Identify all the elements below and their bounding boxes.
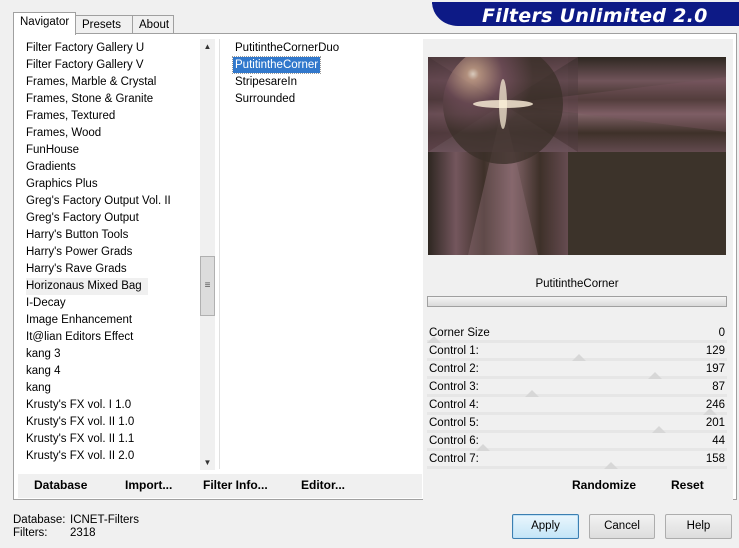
filters-label: Filters: <box>13 527 48 539</box>
tab-navigator[interactable]: Navigator <box>13 12 76 35</box>
settings-toolbar: Randomize Reset <box>423 474 733 498</box>
category-item[interactable]: kang <box>26 380 51 397</box>
progress-bar <box>427 296 727 307</box>
filter-settings-panel: PutitintheCorner Corner Size 0 Control 1: 1… <box>423 39 733 500</box>
category-item[interactable]: Harry's Rave Grads <box>26 261 127 278</box>
tab-about[interactable]: About <box>132 15 174 34</box>
category-item[interactable]: Frames, Stone & Granite <box>26 91 153 108</box>
category-item[interactable]: kang 3 <box>26 346 61 363</box>
category-item[interactable]: Gradients <box>26 159 76 176</box>
apply-button[interactable]: Apply <box>512 514 579 539</box>
control-slider[interactable]: Control 7: 158 <box>427 451 727 469</box>
category-scrollbar[interactable]: ▲ ≡ ▼ <box>200 39 215 470</box>
control-value: 197 <box>705 363 725 375</box>
control-value: 44 <box>712 435 725 447</box>
category-item[interactable]: FunHouse <box>26 142 79 159</box>
control-value: 129 <box>705 345 725 357</box>
category-item[interactable]: Harry's Button Tools <box>26 227 128 244</box>
category-item[interactable]: Horizonaus Mixed Bag <box>26 278 148 295</box>
control-label: Control 7: <box>429 453 479 465</box>
control-value: 158 <box>705 453 725 465</box>
control-slider[interactable]: Control 1: 129 <box>427 343 727 361</box>
reset-button[interactable]: Reset <box>671 478 704 492</box>
category-item[interactable]: Filter Factory Gallery U <box>26 40 144 57</box>
current-filter-name: PutitintheCorner <box>427 272 727 296</box>
category-item[interactable]: Krusty's FX vol. II 1.1 <box>26 431 134 448</box>
control-slider[interactable]: Control 3: 87 <box>427 379 727 397</box>
category-list[interactable]: Filter Factory Gallery U Filter Factory G… <box>19 39 215 469</box>
control-value: 201 <box>705 417 725 429</box>
control-value: 246 <box>705 399 725 411</box>
filter-item[interactable]: PutitintheCorner <box>231 56 322 74</box>
import-button[interactable]: Import... <box>125 478 172 492</box>
control-value: 0 <box>718 327 725 339</box>
category-item[interactable]: kang 4 <box>26 363 61 380</box>
category-item[interactable]: Frames, Wood <box>26 125 101 142</box>
help-button[interactable]: Help <box>665 514 732 539</box>
control-label: Control 5: <box>429 417 479 429</box>
filter-item[interactable]: PutitintheCornerDuo <box>233 40 341 56</box>
category-item[interactable]: It@lian Editors Effect <box>26 329 133 346</box>
control-slider[interactable]: Corner Size 0 <box>427 325 727 343</box>
app-title: Filters Unlimited 2.0 <box>482 5 708 27</box>
filter-item[interactable]: Surrounded <box>233 91 297 107</box>
slider-thumb[interactable] <box>652 426 667 433</box>
scroll-down-arrow-icon[interactable]: ▼ <box>200 455 215 470</box>
category-item[interactable]: Krusty's FX vol. II 2.0 <box>26 448 134 465</box>
category-item[interactable]: Krusty's FX vol. I 1.0 <box>26 397 131 414</box>
slider-thumb[interactable] <box>647 372 662 379</box>
slider-thumb[interactable] <box>604 462 619 469</box>
control-label: Control 3: <box>429 381 479 393</box>
tab-presets[interactable]: Presets <box>75 15 133 34</box>
navigator-panel: Filter Factory Gallery U Filter Factory G… <box>13 33 737 500</box>
control-slider[interactable]: Control 4: 246 <box>427 397 727 415</box>
filter-list[interactable]: PutitintheCornerDuo PutitintheCorner Strip… <box>219 39 422 469</box>
slider-thumb[interactable] <box>571 354 586 361</box>
filter-item[interactable]: StripesareIn <box>233 74 299 90</box>
database-label: Database: <box>13 514 66 526</box>
category-item[interactable]: Image Enhancement <box>26 312 132 329</box>
editor-button[interactable]: Editor... <box>301 478 345 492</box>
category-item[interactable]: Graphics Plus <box>26 176 98 193</box>
category-item[interactable]: Greg's Factory Output <box>26 210 139 227</box>
filter-info-button[interactable]: Filter Info... <box>203 478 268 492</box>
category-item[interactable]: Frames, Marble & Crystal <box>26 74 156 91</box>
control-label: Control 2: <box>429 363 479 375</box>
filters-count: 2318 <box>70 527 96 539</box>
category-item[interactable]: Greg's Factory Output Vol. II <box>26 193 171 210</box>
slider-thumb[interactable] <box>524 390 539 397</box>
control-slider[interactable]: Control 6: 44 <box>427 433 727 451</box>
control-value: 87 <box>712 381 725 393</box>
preview-image <box>428 57 726 255</box>
control-label: Control 1: <box>429 345 479 357</box>
control-label: Control 4: <box>429 399 479 411</box>
title-banner: Filters Unlimited 2.0 <box>432 2 739 27</box>
preview-render <box>428 57 726 255</box>
control-slider[interactable]: Control 5: 201 <box>427 415 727 433</box>
category-item[interactable]: Frames, Textured <box>26 108 115 125</box>
navigator-toolbar: Database Import... Filter Info... Editor… <box>18 474 422 498</box>
control-label: Corner Size <box>429 327 490 339</box>
control-slider[interactable]: Control 2: 197 <box>427 361 727 379</box>
database-button[interactable]: Database <box>34 478 87 492</box>
randomize-button[interactable]: Randomize <box>572 478 636 492</box>
category-item[interactable]: Harry's Power Grads <box>26 244 132 261</box>
cancel-button[interactable]: Cancel <box>589 514 655 539</box>
scroll-up-arrow-icon[interactable]: ▲ <box>200 39 215 54</box>
category-item[interactable]: Filter Factory Gallery V <box>26 57 144 74</box>
control-label: Control 6: <box>429 435 479 447</box>
category-item[interactable]: I-Decay <box>26 295 66 312</box>
category-item[interactable]: Krusty's FX vol. II 1.0 <box>26 414 134 431</box>
database-status: Database: ICNET-Filters Filters: 2318 <box>13 514 139 540</box>
database-value: ICNET-Filters <box>70 514 139 526</box>
scroll-thumb[interactable]: ≡ <box>200 256 215 316</box>
